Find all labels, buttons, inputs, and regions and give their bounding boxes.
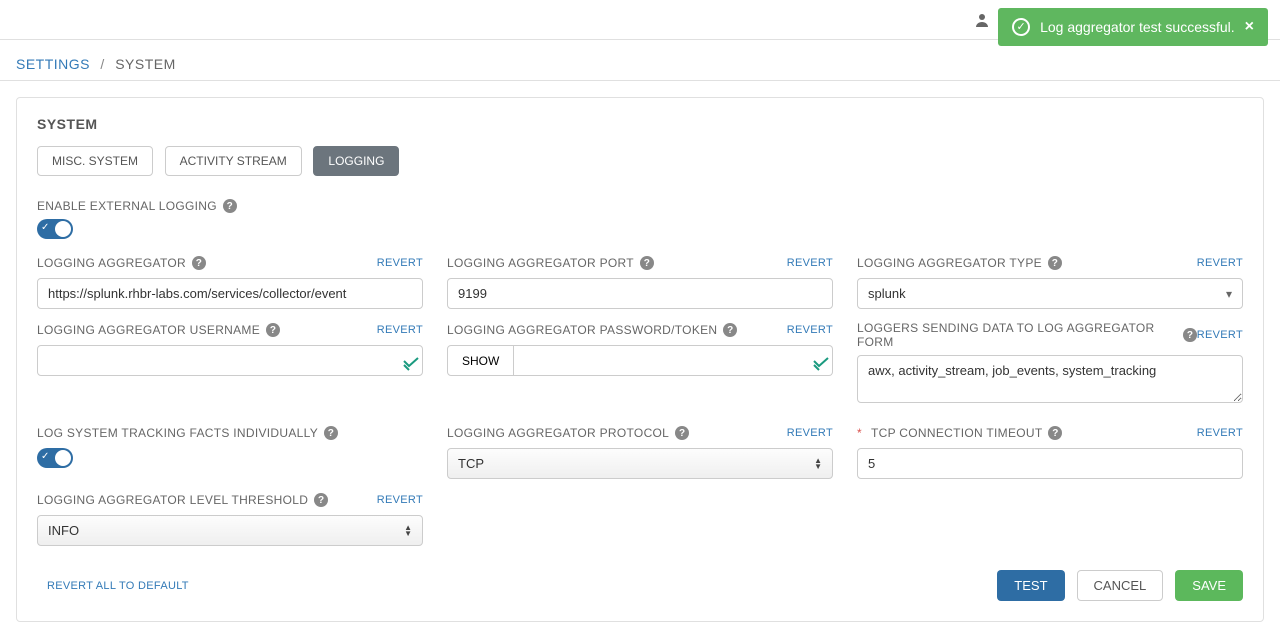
revert-protocol[interactable]: REVERT — [787, 427, 833, 439]
logging-aggregator-password-input[interactable] — [514, 345, 833, 376]
log-system-tracking-toggle[interactable]: ✓ — [37, 448, 73, 468]
system-panel: SYSTEM MISC. SYSTEM ACTIVITY STREAM LOGG… — [16, 97, 1264, 622]
help-icon[interactable]: ? — [1048, 256, 1062, 270]
help-icon[interactable]: ? — [266, 323, 280, 337]
tcp-connection-timeout-input[interactable] — [857, 448, 1243, 479]
help-icon[interactable]: ? — [640, 256, 654, 270]
logging-aggregator-input[interactable] — [37, 278, 423, 309]
logging-aggregator-password-label: LOGGING AGGREGATOR PASSWORD/TOKEN — [447, 323, 717, 337]
chevron-down-icon: ▾ — [1226, 287, 1232, 301]
form-footer: REVERT ALL TO DEFAULT TEST CANCEL SAVE — [37, 570, 1243, 601]
page-title: SYSTEM — [37, 116, 1243, 132]
field-loggers-sending: LOGGERS SENDING DATA TO LOG AGGREGATOR F… — [857, 321, 1243, 406]
breadcrumb-settings[interactable]: SETTINGS — [16, 56, 90, 72]
field-log-system-tracking: LOG SYSTEM TRACKING FACTS INDIVIDUALLY ?… — [37, 424, 423, 479]
field-logging-aggregator: LOGGING AGGREGATOR ? REVERT — [37, 254, 423, 309]
tcp-connection-timeout-label: TCP CONNECTION TIMEOUT — [871, 426, 1043, 440]
breadcrumb-current: SYSTEM — [115, 56, 176, 72]
help-icon[interactable]: ? — [1183, 328, 1196, 342]
help-icon[interactable]: ? — [723, 323, 737, 337]
cancel-button[interactable]: CANCEL — [1077, 570, 1164, 601]
revert-username[interactable]: REVERT — [377, 324, 423, 336]
breadcrumb-separator: / — [100, 56, 104, 72]
enable-external-logging-label: ENABLE EXTERNAL LOGGING ? — [37, 199, 237, 213]
help-icon[interactable]: ? — [675, 426, 689, 440]
revert-password[interactable]: REVERT — [787, 324, 833, 336]
revert-aggregator[interactable]: REVERT — [377, 257, 423, 269]
help-icon[interactable]: ? — [192, 256, 206, 270]
field-logging-aggregator-password: LOGGING AGGREGATOR PASSWORD/TOKEN ? REVE… — [447, 321, 833, 406]
help-icon[interactable]: ? — [223, 199, 237, 213]
stepper-icon: ▲▼ — [404, 525, 412, 537]
check-icon: ✓ — [41, 451, 49, 462]
field-logging-aggregator-type: LOGGING AGGREGATOR TYPE ? REVERT splunk … — [857, 254, 1243, 309]
check-circle-icon: ✓ — [1012, 18, 1030, 36]
enable-external-logging-toggle[interactable]: ✓ — [37, 219, 73, 239]
revert-timeout[interactable]: REVERT — [1197, 427, 1243, 439]
revert-port[interactable]: REVERT — [787, 257, 833, 269]
level-threshold-label: LOGGING AGGREGATOR LEVEL THRESHOLD — [37, 493, 308, 507]
revert-level[interactable]: REVERT — [377, 494, 423, 506]
show-password-button[interactable]: SHOW — [447, 345, 514, 376]
revert-type[interactable]: REVERT — [1197, 257, 1243, 269]
level-threshold-select[interactable]: INFO ▲▼ — [37, 515, 423, 546]
topbar: ✓ Log aggregator test successful. × — [0, 0, 1280, 40]
revert-all-button[interactable]: REVERT ALL TO DEFAULT — [47, 580, 189, 592]
tab-logging[interactable]: LOGGING — [313, 146, 399, 176]
logging-aggregator-type-select[interactable]: splunk ▾ — [857, 278, 1243, 309]
logging-aggregator-protocol-label: LOGGING AGGREGATOR PROTOCOL — [447, 426, 669, 440]
logging-aggregator-username-label: LOGGING AGGREGATOR USERNAME — [37, 323, 260, 337]
field-logging-aggregator-port: LOGGING AGGREGATOR PORT ? REVERT — [447, 254, 833, 309]
help-icon[interactable]: ? — [1048, 426, 1062, 440]
logging-aggregator-port-input[interactable] — [447, 278, 833, 309]
field-logging-aggregator-protocol: LOGGING AGGREGATOR PROTOCOL ? REVERT TCP… — [447, 424, 833, 479]
user-icon — [974, 12, 990, 31]
field-logging-aggregator-username: LOGGING AGGREGATOR USERNAME ? REVERT — [37, 321, 423, 406]
field-tcp-connection-timeout: * TCP CONNECTION TIMEOUT ? REVERT — [857, 424, 1243, 479]
breadcrumb: SETTINGS / SYSTEM — [0, 40, 1280, 81]
save-button[interactable]: SAVE — [1175, 570, 1243, 601]
tab-misc-system[interactable]: MISC. SYSTEM — [37, 146, 153, 176]
logging-aggregator-protocol-select[interactable]: TCP ▲▼ — [447, 448, 833, 479]
tabs: MISC. SYSTEM ACTIVITY STREAM LOGGING — [37, 146, 1243, 176]
field-level-threshold: LOGGING AGGREGATOR LEVEL THRESHOLD ? REV… — [37, 491, 423, 546]
required-indicator: * — [857, 426, 862, 440]
revert-loggers[interactable]: REVERT — [1197, 329, 1243, 341]
logging-aggregator-type-label: LOGGING AGGREGATOR TYPE — [857, 256, 1042, 270]
help-icon[interactable]: ? — [324, 426, 338, 440]
toast-message: Log aggregator test successful. — [1040, 19, 1235, 35]
check-icon: ✓ — [41, 222, 49, 233]
close-icon[interactable]: × — [1245, 18, 1254, 36]
logging-aggregator-port-label: LOGGING AGGREGATOR PORT — [447, 256, 634, 270]
help-icon[interactable]: ? — [314, 493, 328, 507]
loggers-sending-label: LOGGERS SENDING DATA TO LOG AGGREGATOR F… — [857, 321, 1177, 349]
logging-aggregator-username-input[interactable] — [37, 345, 423, 376]
loggers-sending-input[interactable] — [857, 355, 1243, 403]
test-button[interactable]: TEST — [997, 570, 1064, 601]
stepper-icon: ▲▼ — [814, 458, 822, 470]
tab-activity-stream[interactable]: ACTIVITY STREAM — [165, 146, 302, 176]
success-toast: ✓ Log aggregator test successful. × — [998, 8, 1268, 46]
log-system-tracking-label: LOG SYSTEM TRACKING FACTS INDIVIDUALLY — [37, 426, 318, 440]
logging-aggregator-label: LOGGING AGGREGATOR — [37, 256, 186, 270]
